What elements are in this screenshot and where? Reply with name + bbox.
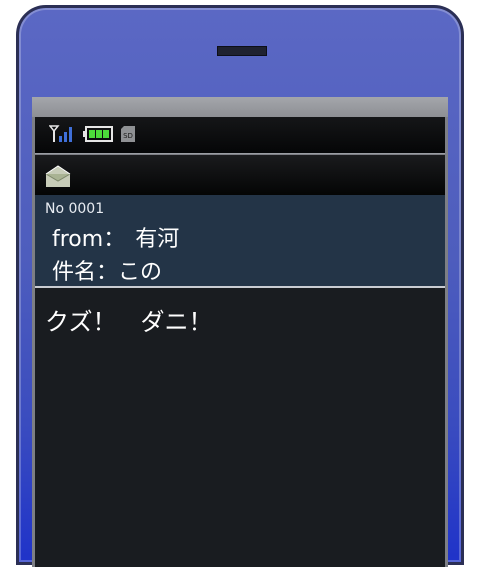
earpiece-speaker (217, 46, 267, 56)
message-body-panel[interactable]: クズ！ ダニ！ (35, 288, 445, 567)
mail-title-bar (35, 155, 445, 195)
status-bar: SD (35, 117, 445, 154)
subject-value: この (118, 260, 163, 285)
sd-card-icon: SD (121, 126, 135, 142)
message-number: No 0001 (45, 201, 105, 217)
sd-card-label: SD (123, 132, 133, 140)
phone-screen: SD No 0001 from： 有河 件名：この クズ！ ダニ！ (32, 97, 448, 567)
open-envelope-icon (45, 165, 71, 187)
from-label: from： (52, 227, 126, 252)
message-body: クズ！ ダニ！ (45, 308, 213, 336)
sender-name: 有河 (135, 227, 180, 252)
subject-label: 件名： (52, 260, 119, 285)
from-line: from： 有河 (52, 221, 179, 253)
signal-antenna-icon (49, 125, 72, 142)
battery-full-icon (83, 126, 113, 142)
screen-top-strip (32, 97, 448, 117)
subject-line: 件名：この (52, 254, 162, 286)
message-header: No 0001 from： 有河 件名：この (35, 195, 445, 288)
phone-frame: SD No 0001 from： 有河 件名：この クズ！ ダニ！ (16, 5, 464, 567)
